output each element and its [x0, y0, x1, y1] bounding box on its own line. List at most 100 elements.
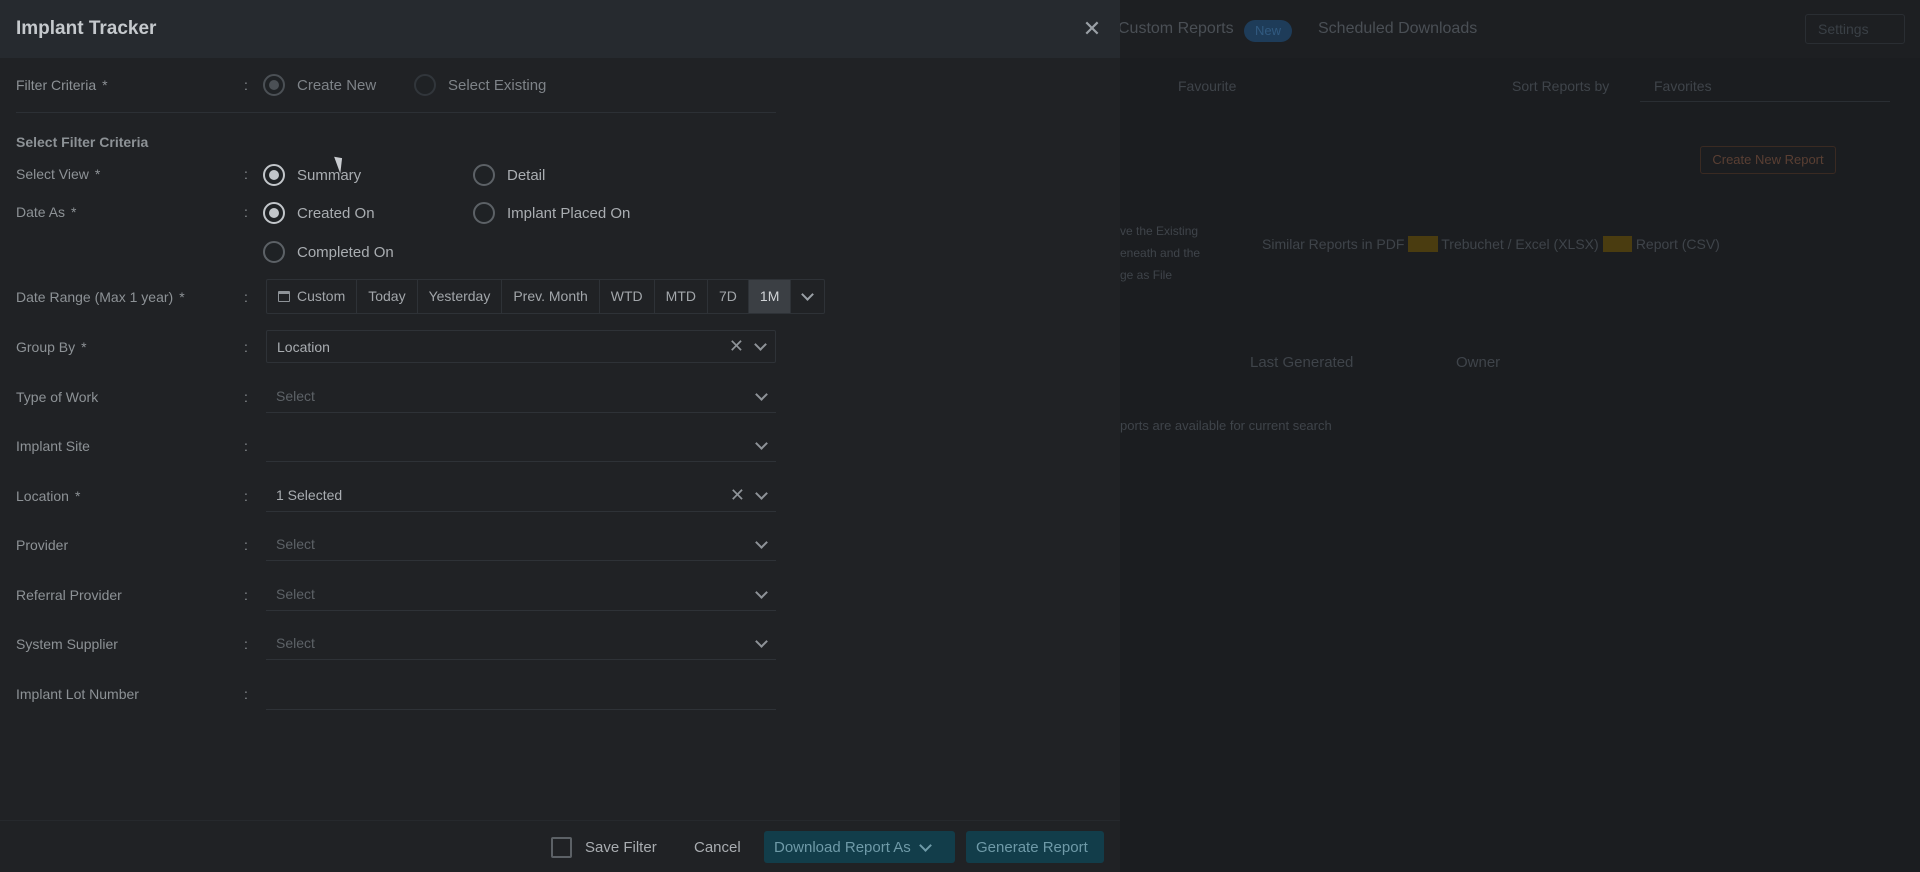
group-by-select[interactable]: Location ✕ [266, 330, 776, 363]
date-range-prev-month[interactable]: Prev. Month [502, 280, 600, 313]
cancel-button[interactable]: Cancel [694, 839, 741, 856]
filter-criteria-label: Filter Criteria * [16, 77, 108, 93]
date-range-custom[interactable]: Custom [267, 280, 358, 313]
system-supplier-select[interactable]: Select [266, 627, 776, 660]
radio-detail[interactable]: Detail [473, 164, 545, 186]
radio-dot[interactable] [473, 202, 495, 224]
date-range-mtd[interactable]: MTD [655, 280, 708, 313]
chevron-down-icon[interactable] [755, 535, 768, 549]
close-icon[interactable]: ✕ [1080, 17, 1104, 41]
background-favourite: Favourite [1178, 78, 1237, 94]
background-column-last-generated: Last Generated [1250, 354, 1354, 371]
radio-dot[interactable] [263, 74, 285, 96]
chevron-down-icon [801, 288, 815, 301]
background-note-line: eneath and the [1120, 246, 1201, 260]
location-value: 1 Selected [276, 487, 343, 503]
background-format-mid: Trebuchet / Excel (XLSX) [1441, 236, 1599, 252]
referral-provider-placeholder: Select [276, 586, 315, 602]
filter-criteria-label-text: Filter Criteria [16, 77, 97, 93]
radio-select-existing[interactable]: Select Existing [414, 74, 546, 96]
clear-icon[interactable]: ✕ [729, 336, 744, 357]
required-marker: * [71, 204, 77, 220]
radio-dot[interactable] [263, 241, 285, 263]
segment-label: Custom [297, 288, 346, 304]
date-range-segmented-control: Custom Today Yesterday Prev. Month WTD M… [266, 279, 826, 314]
chevron-down-icon [918, 838, 932, 852]
chevron-down-icon[interactable] [755, 486, 768, 500]
implant-site-select[interactable] [266, 429, 776, 462]
chevron-down-icon[interactable] [755, 436, 768, 450]
radio-dot[interactable] [414, 74, 436, 96]
chevron-down-icon[interactable] [755, 585, 768, 599]
radio-created-on[interactable]: Created On [263, 202, 375, 224]
date-as-label: Date As * [16, 204, 76, 220]
download-report-label: Download Report As [774, 838, 911, 856]
background-note-line: ge as File [1120, 268, 1173, 282]
background-format-text: Similar Reports in PDF Trebuchet / Excel… [1262, 236, 1720, 252]
colon: : [244, 537, 248, 553]
background-format-prefix: Similar Reports in PDF [1262, 236, 1405, 252]
location-label-text: Location [16, 488, 69, 504]
radio-dot[interactable] [263, 164, 285, 186]
select-view-label-text: Select View [16, 166, 89, 182]
colon: : [244, 587, 248, 603]
radio-implant-placed-on[interactable]: Implant Placed On [473, 202, 630, 224]
background-format-suffix: Report (CSV) [1635, 236, 1720, 252]
radio-dot[interactable] [473, 164, 495, 186]
radio-completed-on[interactable]: Completed On [263, 241, 394, 263]
group-by-value: Location [277, 338, 330, 355]
colon: : [244, 166, 248, 182]
colon: : [244, 636, 248, 652]
radio-dot[interactable] [263, 202, 285, 224]
generate-report-button[interactable]: Generate Report [966, 831, 1104, 863]
provider-label: Provider [16, 537, 69, 553]
chevron-down-icon[interactable] [755, 387, 768, 401]
section-title: Select Filter Criteria [16, 134, 149, 150]
background-new-badge: New [1244, 20, 1292, 42]
background-settings-button: Settings [1805, 14, 1905, 44]
required-marker: * [74, 488, 81, 504]
implant-lot-number-input[interactable] [266, 677, 776, 710]
date-range-today[interactable]: Today [357, 280, 418, 313]
date-range-more[interactable] [791, 280, 824, 313]
provider-select[interactable]: Select [266, 528, 776, 561]
required-marker: * [102, 77, 108, 93]
save-filter-label[interactable]: Save Filter [585, 839, 657, 856]
location-select[interactable]: 1 Selected ✕ [266, 479, 776, 512]
chevron-down-icon[interactable] [755, 634, 768, 648]
system-supplier-label: System Supplier [16, 636, 118, 652]
colon: : [244, 686, 248, 702]
colon: : [244, 389, 248, 405]
select-view-label: Select View * [16, 166, 100, 182]
radio-create-new[interactable]: Create New [263, 74, 376, 96]
colon: : [244, 204, 248, 220]
group-by-label-text: Group By [16, 339, 76, 355]
date-range-7d[interactable]: 7D [708, 280, 749, 313]
date-range-yesterday[interactable]: Yesterday [418, 280, 503, 313]
radio-summary[interactable]: Summary [263, 164, 361, 186]
radio-label: Select Existing [448, 76, 547, 94]
colon: : [244, 488, 248, 504]
implant-site-label: Implant Site [16, 438, 90, 454]
implant-tracker-modal: Implant Tracker ✕ Filter Criteria * : Cre… [0, 0, 1120, 872]
colon: : [244, 438, 248, 454]
modal-title: Implant Tracker [16, 18, 157, 39]
generate-report-label: Generate Report [976, 838, 1088, 856]
radio-label: Completed On [297, 243, 394, 261]
required-marker: * [94, 166, 101, 182]
colon: : [244, 289, 248, 305]
date-range-1m[interactable]: 1M [748, 280, 792, 313]
clear-icon[interactable]: ✕ [730, 485, 745, 506]
background-note-line: ve the Existing [1120, 224, 1199, 238]
chevron-down-icon[interactable] [754, 338, 767, 351]
date-range-label: Date Range (Max 1 year) * [16, 289, 185, 305]
date-as-label-text: Date As [16, 204, 66, 220]
date-range-label-text: Date Range (Max 1 year) [16, 289, 174, 305]
background-sort-select: Favorites [1640, 70, 1890, 102]
type-of-work-select[interactable]: Select [266, 380, 776, 413]
date-range-wtd[interactable]: WTD [600, 280, 655, 313]
save-filter-checkbox[interactable] [551, 837, 572, 858]
referral-provider-label: Referral Provider [16, 587, 122, 603]
referral-provider-select[interactable]: Select [266, 578, 776, 611]
download-report-button[interactable]: Download Report As [764, 831, 955, 863]
